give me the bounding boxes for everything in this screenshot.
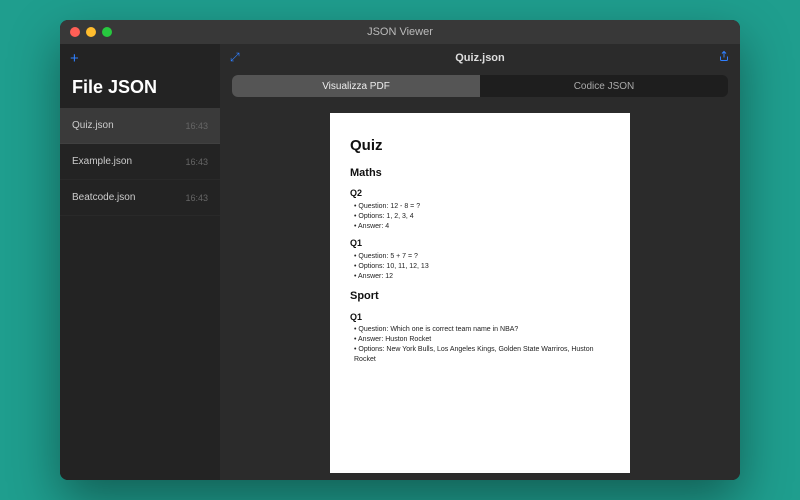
doc-section-heading: Sport bbox=[350, 289, 610, 304]
sidebar-toolbar: + bbox=[60, 44, 220, 73]
traffic-lights bbox=[60, 27, 112, 37]
doc-line: Answer: Huston Rocket bbox=[354, 335, 610, 345]
add-file-icon[interactable]: + bbox=[70, 50, 79, 67]
minimize-icon[interactable] bbox=[86, 27, 96, 37]
file-time: 16:43 bbox=[185, 157, 208, 167]
window-body: + File JSON Quiz.json 16:43 Example.json 16… bbox=[60, 44, 740, 480]
view-mode-tabs: Visualizza PDF Codice JSON bbox=[232, 75, 728, 97]
doc-question-lines: Question: Which one is correct team name… bbox=[350, 325, 610, 364]
sidebar-item-file[interactable]: Example.json 16:43 bbox=[60, 144, 220, 180]
doc-question-lines: Question: 5 + 7 = ?Options: 10, 11, 12, … bbox=[350, 252, 610, 281]
doc-title: Quiz bbox=[350, 135, 610, 156]
file-name: Example.json bbox=[72, 156, 132, 167]
doc-line: Options: New York Bulls, Los Angeles Kin… bbox=[354, 345, 610, 365]
doc-line: Options: 1, 2, 3, 4 bbox=[354, 212, 610, 222]
tab-pdf[interactable]: Visualizza PDF bbox=[232, 75, 480, 97]
main-panel: ⤢ Quiz.json Visualizza PDF Codice JSON Q… bbox=[220, 44, 740, 480]
file-name: Beatcode.json bbox=[72, 192, 135, 203]
document-viewer[interactable]: QuizMathsQ2Question: 12 - 8 = ?Options: … bbox=[220, 105, 740, 480]
sidebar-item-file[interactable]: Beatcode.json 16:43 bbox=[60, 180, 220, 216]
close-icon[interactable] bbox=[70, 27, 80, 37]
doc-line: Question: 5 + 7 = ? bbox=[354, 252, 610, 262]
doc-line: Question: 12 - 8 = ? bbox=[354, 202, 610, 212]
file-name: Quiz.json bbox=[72, 120, 114, 131]
document-page: QuizMathsQ2Question: 12 - 8 = ?Options: … bbox=[330, 113, 630, 473]
doc-question-label: Q1 bbox=[350, 237, 610, 250]
main-toolbar: ⤢ Quiz.json bbox=[220, 44, 740, 71]
file-list: Quiz.json16:43Example.json16:43Beatcode.… bbox=[60, 108, 220, 216]
doc-section-heading: Maths bbox=[350, 166, 610, 181]
doc-question-label: Q2 bbox=[350, 187, 610, 200]
sidebar-item-file[interactable]: Quiz.json 16:43 bbox=[60, 108, 220, 144]
titlebar: JSON Viewer bbox=[60, 20, 740, 44]
doc-line: Options: 10, 11, 12, 13 bbox=[354, 262, 610, 272]
doc-line: Answer: 4 bbox=[354, 222, 610, 232]
sidebar-title: File JSON bbox=[60, 73, 220, 108]
sidebar: + File JSON Quiz.json 16:43 Example.json 16… bbox=[60, 44, 220, 480]
doc-line: Answer: 12 bbox=[354, 272, 610, 282]
maximize-icon[interactable] bbox=[102, 27, 112, 37]
file-time: 16:43 bbox=[185, 193, 208, 203]
doc-line: Question: Which one is correct team name… bbox=[354, 325, 610, 335]
document-filename: Quiz.json bbox=[455, 52, 505, 64]
share-icon[interactable] bbox=[718, 50, 730, 65]
expand-icon[interactable]: ⤢ bbox=[230, 50, 240, 65]
doc-question-label: Q1 bbox=[350, 311, 610, 324]
doc-question-lines: Question: 12 - 8 = ?Options: 1, 2, 3, 4A… bbox=[350, 202, 610, 231]
file-time: 16:43 bbox=[185, 121, 208, 131]
tab-code[interactable]: Codice JSON bbox=[480, 75, 728, 97]
window-title: JSON Viewer bbox=[367, 26, 433, 38]
app-window: JSON Viewer + File JSON Quiz.json16:43Ex… bbox=[60, 20, 740, 480]
